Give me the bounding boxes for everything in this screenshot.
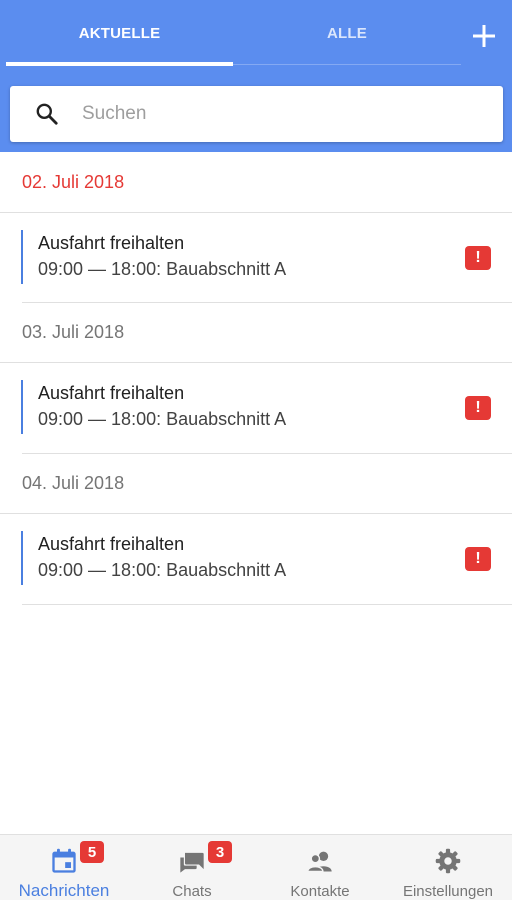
- app-header: AKTUELLE ALLE: [0, 0, 512, 152]
- tab-underline: [233, 64, 461, 65]
- nav-label: Kontakte: [290, 883, 350, 900]
- event-title: Ausfahrt freihalten: [38, 383, 185, 403]
- calendar-icon: [52, 848, 76, 873]
- nav-label: Chats: [172, 883, 212, 900]
- event-item[interactable]: Ausfahrt freihalten 09:00 — 18:00: Bauab…: [0, 363, 512, 453]
- event-title: Ausfahrt freihalten: [38, 233, 185, 253]
- search-icon: [36, 103, 58, 125]
- nav-label: Nachrichten: [18, 881, 110, 900]
- nav-label: Einstellungen: [402, 883, 494, 900]
- event-item[interactable]: Ausfahrt freihalten 09:00 — 18:00: Bauab…: [0, 213, 512, 303]
- active-tab-indicator: [6, 62, 233, 66]
- event-color-bar: [21, 230, 23, 284]
- nav-chats[interactable]: 3 Chats: [128, 835, 256, 900]
- bottom-navigation: 5 Nachrichten 3 Chats Kontakte Einstellu…: [0, 834, 512, 900]
- divider: [22, 604, 512, 605]
- chat-icon: [180, 852, 204, 873]
- badge-count: 3: [208, 841, 232, 863]
- badge-count: 5: [80, 841, 104, 863]
- event-time: 09:00 — 18:00: Bauabschnitt A: [38, 560, 287, 580]
- date-label: 04. Juli 2018: [22, 472, 125, 493]
- event-item[interactable]: Ausfahrt freihalten 09:00 — 18:00: Bauab…: [0, 514, 512, 604]
- plus-icon: [473, 25, 495, 47]
- event-title: Ausfahrt freihalten: [38, 534, 185, 554]
- alert-icon: !: [465, 547, 491, 571]
- event-time: 09:00 — 18:00: Bauabschnitt A: [38, 259, 287, 279]
- event-time: 09:00 — 18:00: Bauabschnitt A: [38, 409, 287, 429]
- contacts-icon: [307, 851, 332, 873]
- add-button[interactable]: [462, 14, 506, 58]
- date-label: 02. Juli 2018: [22, 171, 125, 192]
- date-label: 03. Juli 2018: [22, 321, 125, 342]
- date-header: 03. Juli 2018: [22, 302, 492, 362]
- search-input[interactable]: [82, 94, 482, 134]
- date-header: 02. Juli 2018: [22, 152, 492, 212]
- tab-aktuelle[interactable]: AKTUELLE: [6, 0, 233, 66]
- event-color-bar: [21, 380, 23, 434]
- date-header: 04. Juli 2018: [22, 453, 492, 513]
- alert-icon: !: [465, 246, 491, 270]
- gear-icon: [435, 848, 461, 874]
- search-bar[interactable]: [10, 86, 503, 142]
- alert-icon: !: [465, 396, 491, 420]
- tab-alle-label: ALLE: [327, 24, 367, 42]
- tab-aktuelle-label: AKTUELLE: [78, 24, 161, 42]
- nav-nachrichten[interactable]: 5 Nachrichten: [0, 835, 128, 900]
- nav-kontakte[interactable]: Kontakte: [256, 835, 384, 900]
- tab-alle[interactable]: ALLE: [233, 0, 461, 66]
- nav-einstellungen[interactable]: Einstellungen: [384, 835, 512, 900]
- event-color-bar: [21, 531, 23, 585]
